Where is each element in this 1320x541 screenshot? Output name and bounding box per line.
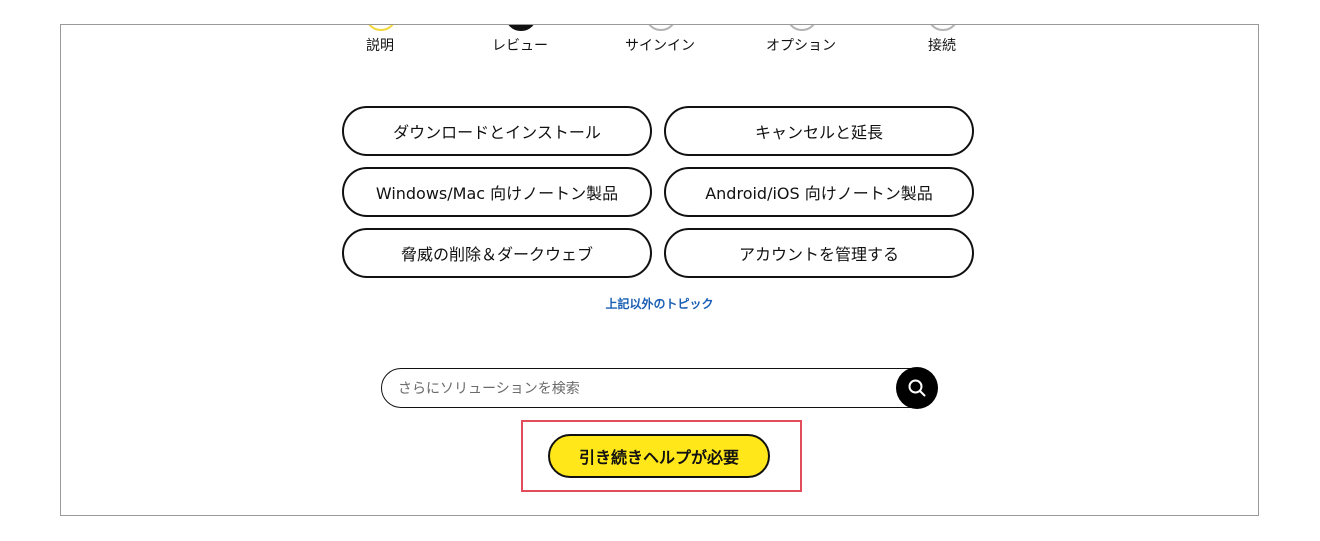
step-pending-icon: [927, 25, 959, 31]
solution-search: [381, 367, 938, 409]
step-label: レビュー: [492, 38, 548, 54]
topic-download-install-button[interactable]: ダウンロードとインストール: [342, 106, 652, 156]
step-label: サインイン: [625, 38, 695, 54]
support-panel: 説明 レビュー サインイン オプション 接続 ダウンロードとインストール キャン…: [60, 24, 1259, 516]
need-help-button[interactable]: 引き続きヘルプが必要: [548, 434, 770, 478]
search-icon: [908, 379, 926, 397]
step-label: 接続: [928, 38, 956, 54]
step-current-icon: [505, 25, 537, 31]
search-button[interactable]: [896, 367, 938, 409]
topic-threat-darkweb-button[interactable]: 脅威の削除＆ダークウェブ: [342, 228, 652, 278]
topic-manage-account-button[interactable]: アカウントを管理する: [664, 228, 974, 278]
topic-windows-mac-button[interactable]: Windows/Mac 向けノートン製品: [342, 167, 652, 217]
step-label: 説明: [366, 38, 394, 54]
step-pending-icon: [786, 25, 818, 31]
step-done-icon: [365, 25, 397, 31]
step-label: オプション: [766, 38, 836, 54]
step-pending-icon: [645, 25, 677, 31]
topic-android-ios-button[interactable]: Android/iOS 向けノートン製品: [664, 167, 974, 217]
other-topics-link[interactable]: 上記以外のトピック: [61, 295, 1258, 312]
search-input[interactable]: [396, 369, 880, 408]
topic-cancel-extend-button[interactable]: キャンセルと延長: [664, 106, 974, 156]
